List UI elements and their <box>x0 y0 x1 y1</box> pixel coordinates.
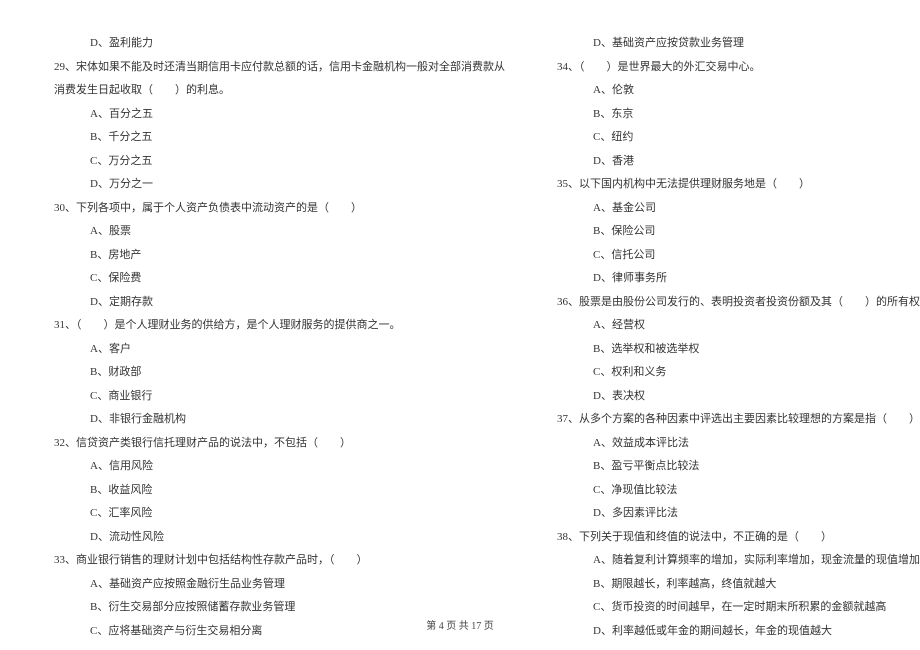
q35-option-a: A、基金公司 <box>545 197 920 221</box>
q32-option-c: C、汇率风险 <box>42 502 505 526</box>
q35-option-d: D、律师事务所 <box>545 267 920 291</box>
q38-option-c: C、货币投资的时间越早，在一定时期末所积累的金额就越高 <box>545 596 920 620</box>
q34-option-d: D、香港 <box>545 150 920 174</box>
q35-option-b: B、保险公司 <box>545 220 920 244</box>
q37-option-d: D、多因素评比法 <box>545 502 920 526</box>
q37-option-c: C、净现值比较法 <box>545 479 920 503</box>
q31-option-d: D、非银行金融机构 <box>42 408 505 432</box>
q31-stem: 31、（ ）是个人理财业务的供给方，是个人理财服务的提供商之一。 <box>42 314 505 338</box>
q37-option-b: B、盈亏平衡点比较法 <box>545 455 920 479</box>
q30-option-c: C、保险费 <box>42 267 505 291</box>
q38-stem: 38、下列关于现值和终值的说法中，不正确的是（ ） <box>545 526 920 550</box>
q38-option-a: A、随着复利计算频率的增加，实际利率增加，现金流量的现值增加 <box>545 549 920 573</box>
q30-option-b: B、房地产 <box>42 244 505 268</box>
q34-stem: 34、（ ）是世界最大的外汇交易中心。 <box>545 56 920 80</box>
q28-option-d: D、盈利能力 <box>42 32 505 56</box>
q31-option-a: A、客户 <box>42 338 505 362</box>
two-column-layout: D、盈利能力 29、宋体如果不能及时还清当期信用卡应付款总额的话，信用卡金融机构… <box>42 32 878 602</box>
q29-option-d: D、万分之一 <box>42 173 505 197</box>
q29-option-b: B、千分之五 <box>42 126 505 150</box>
q33-option-b: B、衍生交易部分应按照储蓄存款业务管理 <box>42 596 505 620</box>
q29-option-c: C、万分之五 <box>42 150 505 174</box>
q31-option-c: C、商业银行 <box>42 385 505 409</box>
q29-option-a: A、百分之五 <box>42 103 505 127</box>
q34-option-a: A、伦敦 <box>545 79 920 103</box>
q30-option-a: A、股票 <box>42 220 505 244</box>
q34-option-b: B、东京 <box>545 103 920 127</box>
q36-option-a: A、经营权 <box>545 314 920 338</box>
q38-option-b: B、期限越长，利率越高，终值就越大 <box>545 573 920 597</box>
q35-stem: 35、以下国内机构中无法提供理财服务地是（ ） <box>545 173 920 197</box>
q32-option-b: B、收益风险 <box>42 479 505 503</box>
q35-option-c: C、信托公司 <box>545 244 920 268</box>
q33-option-a: A、基础资产应按照金融衍生品业务管理 <box>42 573 505 597</box>
q29-stem: 29、宋体如果不能及时还清当期信用卡应付款总额的话，信用卡金融机构一般对全部消费… <box>42 56 505 80</box>
q33-stem: 33、商业银行销售的理财计划中包括结构性存款产品时，（ ） <box>42 549 505 573</box>
q32-stem: 32、信贷资产类银行信托理财产品的说法中，不包括（ ） <box>42 432 505 456</box>
page-footer: 第 4 页 共 17 页 <box>0 617 920 632</box>
q33-option-d: D、基础资产应按贷款业务管理 <box>545 32 920 56</box>
q36-stem: 36、股票是由股份公司发行的、表明投资者投资份额及其（ ）的所有权凭证。 <box>545 291 920 315</box>
q36-option-d: D、表决权 <box>545 385 920 409</box>
q30-option-d: D、定期存款 <box>42 291 505 315</box>
q30-stem: 30、下列各项中，属于个人资产负债表中流动资产的是（ ） <box>42 197 505 221</box>
q29-stem-cont: 消费发生日起收取（ ）的利息。 <box>42 79 505 103</box>
q37-stem: 37、从多个方案的各种因素中评选出主要因素比较理想的方案是指（ ） <box>545 408 920 432</box>
q36-option-b: B、选举权和被选举权 <box>545 338 920 362</box>
q37-option-a: A、效益成本评比法 <box>545 432 920 456</box>
q31-option-b: B、财政部 <box>42 361 505 385</box>
q32-option-d: D、流动性风险 <box>42 526 505 550</box>
q32-option-a: A、信用风险 <box>42 455 505 479</box>
q34-option-c: C、纽约 <box>545 126 920 150</box>
q36-option-c: C、权利和义务 <box>545 361 920 385</box>
left-column: D、盈利能力 29、宋体如果不能及时还清当期信用卡应付款总额的话，信用卡金融机构… <box>42 32 505 602</box>
right-column: D、基础资产应按贷款业务管理 34、（ ）是世界最大的外汇交易中心。 A、伦敦 … <box>545 32 920 602</box>
